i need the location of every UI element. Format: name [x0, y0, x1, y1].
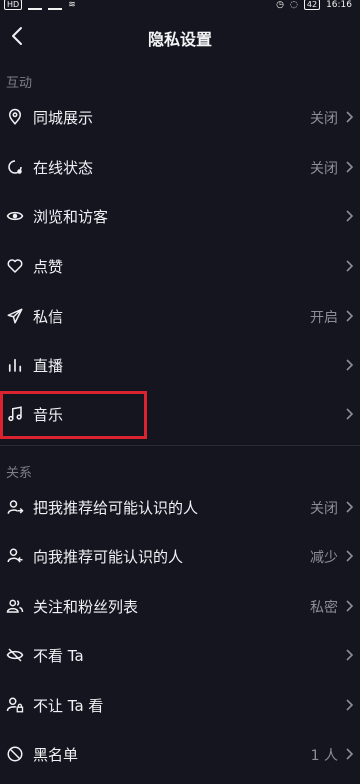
row-label: 在线状态: [33, 159, 94, 177]
row-value: 关闭: [310, 501, 338, 517]
row-value: 关闭: [310, 161, 338, 177]
online-status-icon: [8, 160, 22, 174]
status-bar: HD ≋ ◷ ◌ 42 16:16: [0, 0, 360, 12]
chevron-right-icon: [346, 161, 354, 173]
row-recommend-me[interactable]: 把我推荐给可能认识的人 关闭: [0, 484, 360, 532]
row-online-status[interactable]: 在线状态 关闭: [0, 144, 360, 192]
battery-icon: 42: [303, 0, 321, 10]
row-label: 不看 Ta: [33, 647, 84, 665]
row-follow-fans-list[interactable]: 关注和粉丝列表 私密: [0, 583, 360, 631]
signal-icon: [28, 0, 43, 10]
share-user-icon: [7, 500, 24, 514]
eye-off-icon: [6, 648, 24, 662]
chevron-right-icon: [346, 699, 354, 711]
row-hide-from-ta[interactable]: 不让 Ta 看: [0, 682, 360, 730]
row-value: 1 人: [310, 748, 338, 764]
row-value: 私密: [310, 600, 338, 616]
chevron-right-icon: [346, 550, 354, 562]
section-divider: [0, 445, 360, 446]
heart-icon: [7, 259, 23, 273]
recommend-user-icon: [7, 548, 23, 563]
highlight-box: [0, 391, 147, 439]
hd-badge: HD: [4, 0, 23, 10]
row-recommend-to-me[interactable]: 向我推荐可能认识的人 减少: [0, 533, 360, 581]
bars-icon: [8, 358, 22, 372]
row-value: 关闭: [310, 111, 338, 127]
chevron-right-icon: [346, 501, 354, 513]
chevron-right-icon: [346, 210, 354, 222]
row-live[interactable]: 直播: [0, 342, 360, 390]
chevron-right-icon: [346, 111, 354, 123]
chevron-right-icon: [346, 748, 354, 760]
chevron-right-icon: [346, 600, 354, 612]
signal-icon-2: [48, 0, 63, 10]
location-icon: [8, 108, 22, 125]
block-icon: [7, 746, 23, 762]
row-label: 黑名单: [33, 746, 79, 764]
wifi-icon: ≋: [68, 0, 76, 10]
row-label: 向我推荐可能认识的人: [33, 548, 184, 566]
row-label: 同城展示: [33, 109, 94, 127]
eye-icon: [6, 211, 24, 221]
row-value: 减少: [310, 550, 338, 566]
row-label: 不让 Ta 看: [33, 697, 104, 715]
chevron-right-icon: [346, 260, 354, 272]
status-right: ◷ ◌ 42 16:16: [276, 0, 352, 10]
row-likes[interactable]: 点赞: [0, 243, 360, 291]
row-direct-message[interactable]: 私信 开启: [0, 293, 360, 341]
mute-icon: ◌: [290, 0, 298, 10]
row-browse-visitors[interactable]: 浏览和访客: [0, 193, 360, 241]
chevron-right-icon: [346, 649, 354, 661]
chevron-right-icon: [346, 408, 354, 420]
clock: 16:16: [326, 0, 352, 10]
status-left: HD ≋: [4, 0, 76, 10]
lock-user-icon: [6, 697, 24, 713]
section-title-interaction: 互动: [6, 76, 33, 91]
row-dont-see-ta[interactable]: 不看 Ta: [0, 632, 360, 680]
section-title-relations: 关系: [6, 466, 33, 481]
send-icon: [7, 308, 23, 324]
users-icon: [6, 599, 24, 613]
row-label: 直播: [33, 357, 64, 375]
row-label: 关注和粉丝列表: [33, 598, 139, 616]
row-label: 把我推荐给可能认识的人: [33, 499, 199, 517]
chevron-right-icon: [346, 310, 354, 322]
alarm-icon: ◷: [276, 0, 285, 10]
page-title: 隐私设置: [147, 30, 212, 49]
row-label: 点赞: [33, 258, 64, 276]
header: 隐私设置: [0, 14, 360, 60]
row-label: 私信: [33, 308, 64, 326]
row-blacklist[interactable]: 黑名单 1 人: [0, 731, 360, 779]
row-label: 浏览和访客: [33, 208, 109, 226]
row-city-display[interactable]: 同城展示 关闭: [0, 94, 360, 142]
row-value: 开启: [310, 310, 338, 326]
chevron-right-icon: [346, 359, 354, 371]
